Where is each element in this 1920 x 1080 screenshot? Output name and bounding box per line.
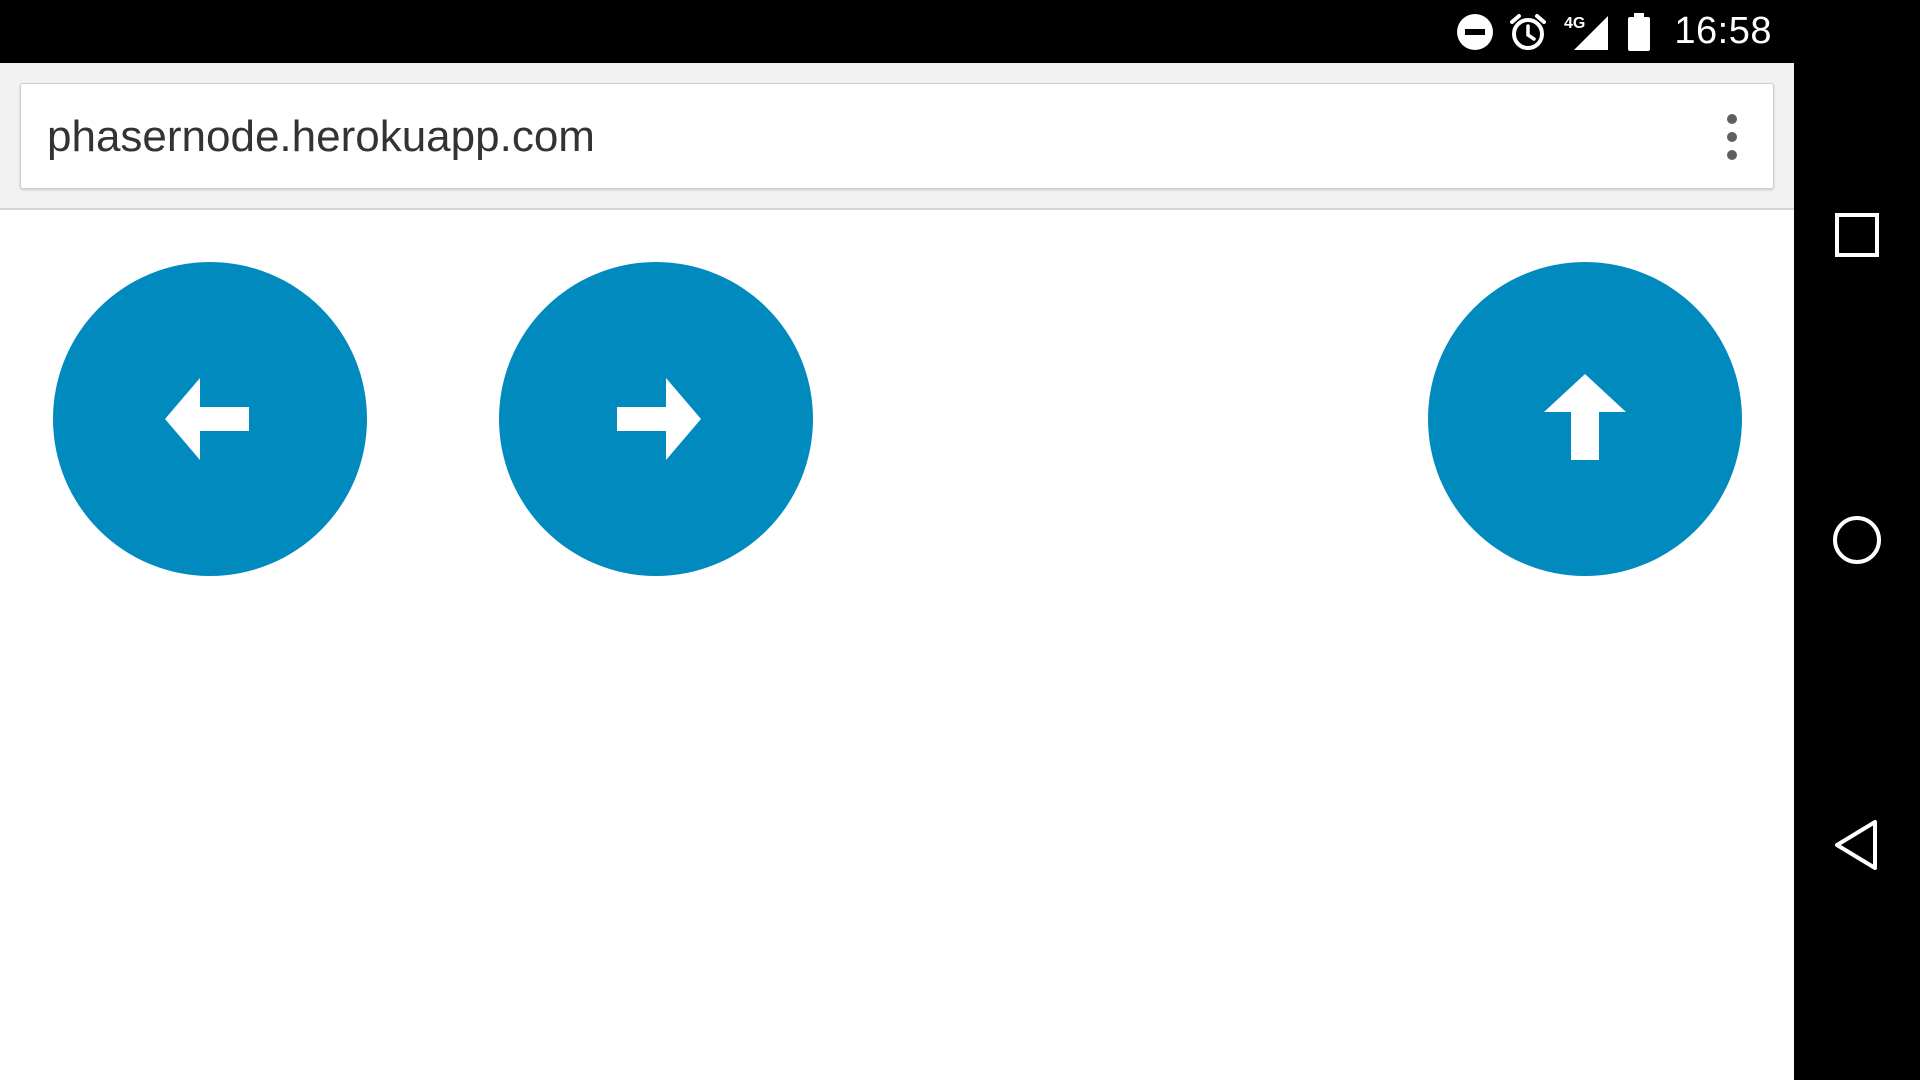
game-canvas[interactable] (0, 210, 1794, 1080)
status-time: 16:58 (1674, 10, 1772, 52)
status-icons: 4G 16:58 (1456, 0, 1772, 63)
do-not-disturb-icon (1456, 13, 1494, 51)
move-left-button[interactable] (53, 262, 367, 576)
back-icon (1835, 820, 1877, 870)
url-bar[interactable]: phasernode.herokuapp.com (20, 83, 1774, 189)
battery-icon (1626, 12, 1652, 52)
recents-button[interactable] (1794, 172, 1920, 298)
back-button[interactable] (1794, 782, 1920, 908)
arrow-up-icon (1544, 374, 1626, 460)
recents-icon (1835, 213, 1879, 257)
home-icon (1833, 516, 1881, 564)
alarm-icon (1508, 12, 1548, 52)
status-bar: 4G 16:58 (0, 0, 1794, 63)
menu-dot (1727, 132, 1737, 142)
browser-window: phasernode.herokuapp.com (0, 63, 1794, 1080)
network-label: 4G (1564, 15, 1585, 32)
navigation-bar (1794, 0, 1920, 1080)
menu-dot (1727, 114, 1737, 124)
move-right-button[interactable] (499, 262, 813, 576)
signal-4g-icon: 4G (1562, 12, 1612, 52)
url-text[interactable]: phasernode.herokuapp.com (47, 84, 595, 190)
overflow-menu-icon[interactable] (1725, 114, 1739, 160)
arrow-right-icon (617, 378, 701, 460)
jump-button[interactable] (1428, 262, 1742, 576)
phone-screen: 4G 16:58 phasernode.herokuapp.com (0, 0, 1920, 1080)
browser-toolbar: phasernode.herokuapp.com (0, 63, 1794, 210)
home-button[interactable] (1794, 477, 1920, 603)
menu-dot (1727, 150, 1737, 160)
arrow-left-icon (165, 378, 249, 460)
